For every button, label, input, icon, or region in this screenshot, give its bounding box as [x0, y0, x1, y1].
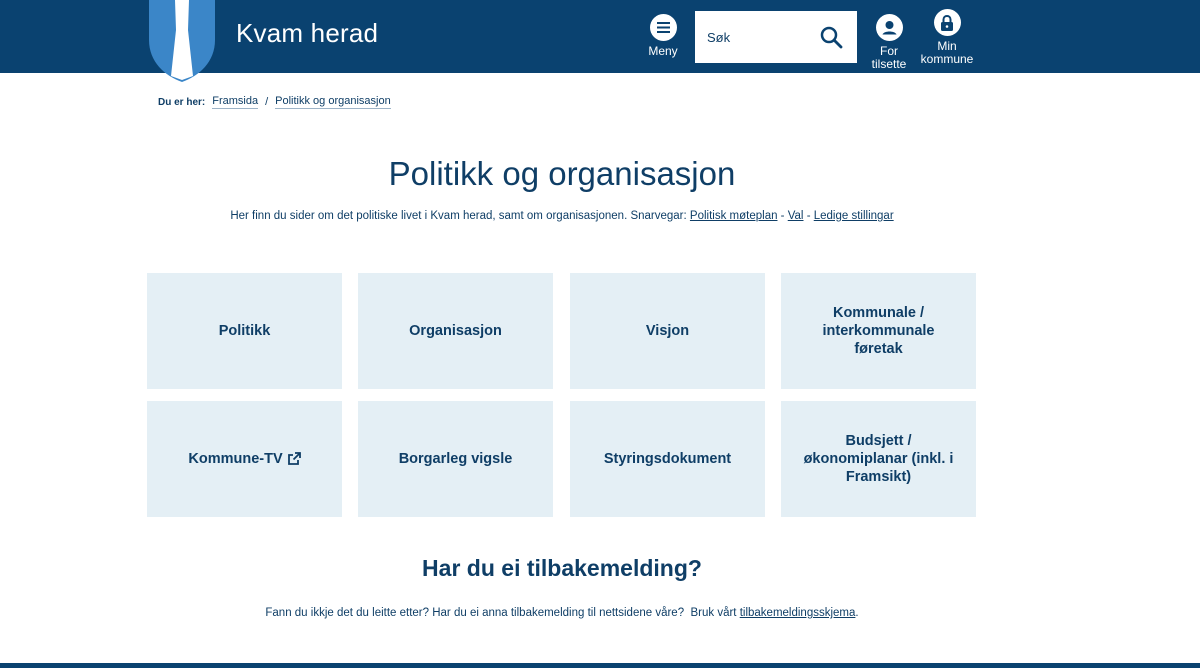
- feedback-text: Fann du ikkje det du leitte etter? Har d…: [0, 607, 1124, 619]
- menu-icon: [649, 14, 677, 41]
- feedback-end: .: [855, 607, 859, 619]
- tile-label: Borgarleg vigsle: [398, 451, 513, 467]
- site-header: Kvam herad Meny For tilsette: [0, 0, 1200, 82]
- staff-button[interactable]: For tilsette: [862, 14, 916, 71]
- feedback-title: Har du ei tilbakemelding?: [422, 555, 702, 581]
- shortcut-separator: -: [803, 210, 814, 222]
- staff-label: For tilsette: [871, 44, 907, 71]
- tile-budget[interactable]: Budsjett / økonomiplanar (inkl. i Framsi…: [781, 401, 976, 517]
- shortcut-election-link[interactable]: Val: [788, 210, 804, 222]
- my-municipality-button[interactable]: Min kommune: [918, 9, 976, 66]
- user-icon: [875, 14, 903, 41]
- intro-text: Her finn du sider om det politiske livet…: [0, 210, 1124, 222]
- breadcrumb-link-current[interactable]: Politikk og organisasjon: [275, 95, 391, 109]
- tile-vision[interactable]: Visjon: [570, 273, 765, 389]
- tile-label: Organisasjon: [409, 323, 502, 339]
- menu-label: Meny: [648, 44, 678, 58]
- tile-municipal-tv[interactable]: Kommune-TV: [147, 401, 342, 517]
- tile-label: Budsjett / økonomiplanar (inkl. i Framsi…: [803, 433, 954, 485]
- feedback-form-link[interactable]: tilbakemeldingsskjema: [740, 607, 856, 619]
- shortcut-separator: -: [777, 210, 788, 222]
- feedback-body: Fann du ikkje det du leitte etter? Har d…: [265, 607, 740, 619]
- tile-label: Kommunale / interkommunale føretak: [822, 305, 935, 357]
- tile-label: Visjon: [645, 323, 690, 339]
- search-icon[interactable]: [819, 25, 843, 49]
- tile-label: Politikk: [218, 323, 271, 339]
- tile-governing-documents[interactable]: Styringsdokument: [570, 401, 765, 517]
- tile-organisation[interactable]: Organisasjon: [358, 273, 553, 389]
- site-title[interactable]: Kvam herad: [236, 18, 378, 49]
- menu-button[interactable]: Meny: [645, 14, 681, 58]
- shortcut-meeting-plan-link[interactable]: Politisk møteplan: [690, 210, 778, 222]
- breadcrumb-lead: Du er her:: [158, 96, 206, 108]
- shortcut-vacancies-link[interactable]: Ledige stillingar: [814, 210, 894, 222]
- lock-icon: [933, 9, 961, 36]
- search-input[interactable]: [695, 11, 815, 63]
- breadcrumb-separator: /: [265, 96, 269, 108]
- page-title: Politikk og organisasjon: [388, 155, 736, 192]
- coat-of-arms-icon[interactable]: [147, 0, 217, 82]
- tile-label: Kommune-TV: [188, 451, 283, 467]
- search-box: [695, 11, 857, 63]
- tile-civil-wedding[interactable]: Borgarleg vigsle: [358, 401, 553, 517]
- external-link-icon: [287, 452, 301, 465]
- tile-politics[interactable]: Politikk: [147, 273, 342, 389]
- tile-label: Styringsdokument: [603, 451, 732, 467]
- tile-municipal-enterprises[interactable]: Kommunale / interkommunale føretak: [781, 273, 976, 389]
- footer-strip: [0, 663, 1200, 668]
- breadcrumb: Du er her: Framsida / Politikk og organi…: [158, 95, 391, 109]
- breadcrumb-link-home[interactable]: Framsida: [212, 95, 259, 109]
- my-municipality-label: Min kommune: [920, 39, 974, 66]
- intro-body: Her finn du sider om det politiske livet…: [230, 210, 690, 222]
